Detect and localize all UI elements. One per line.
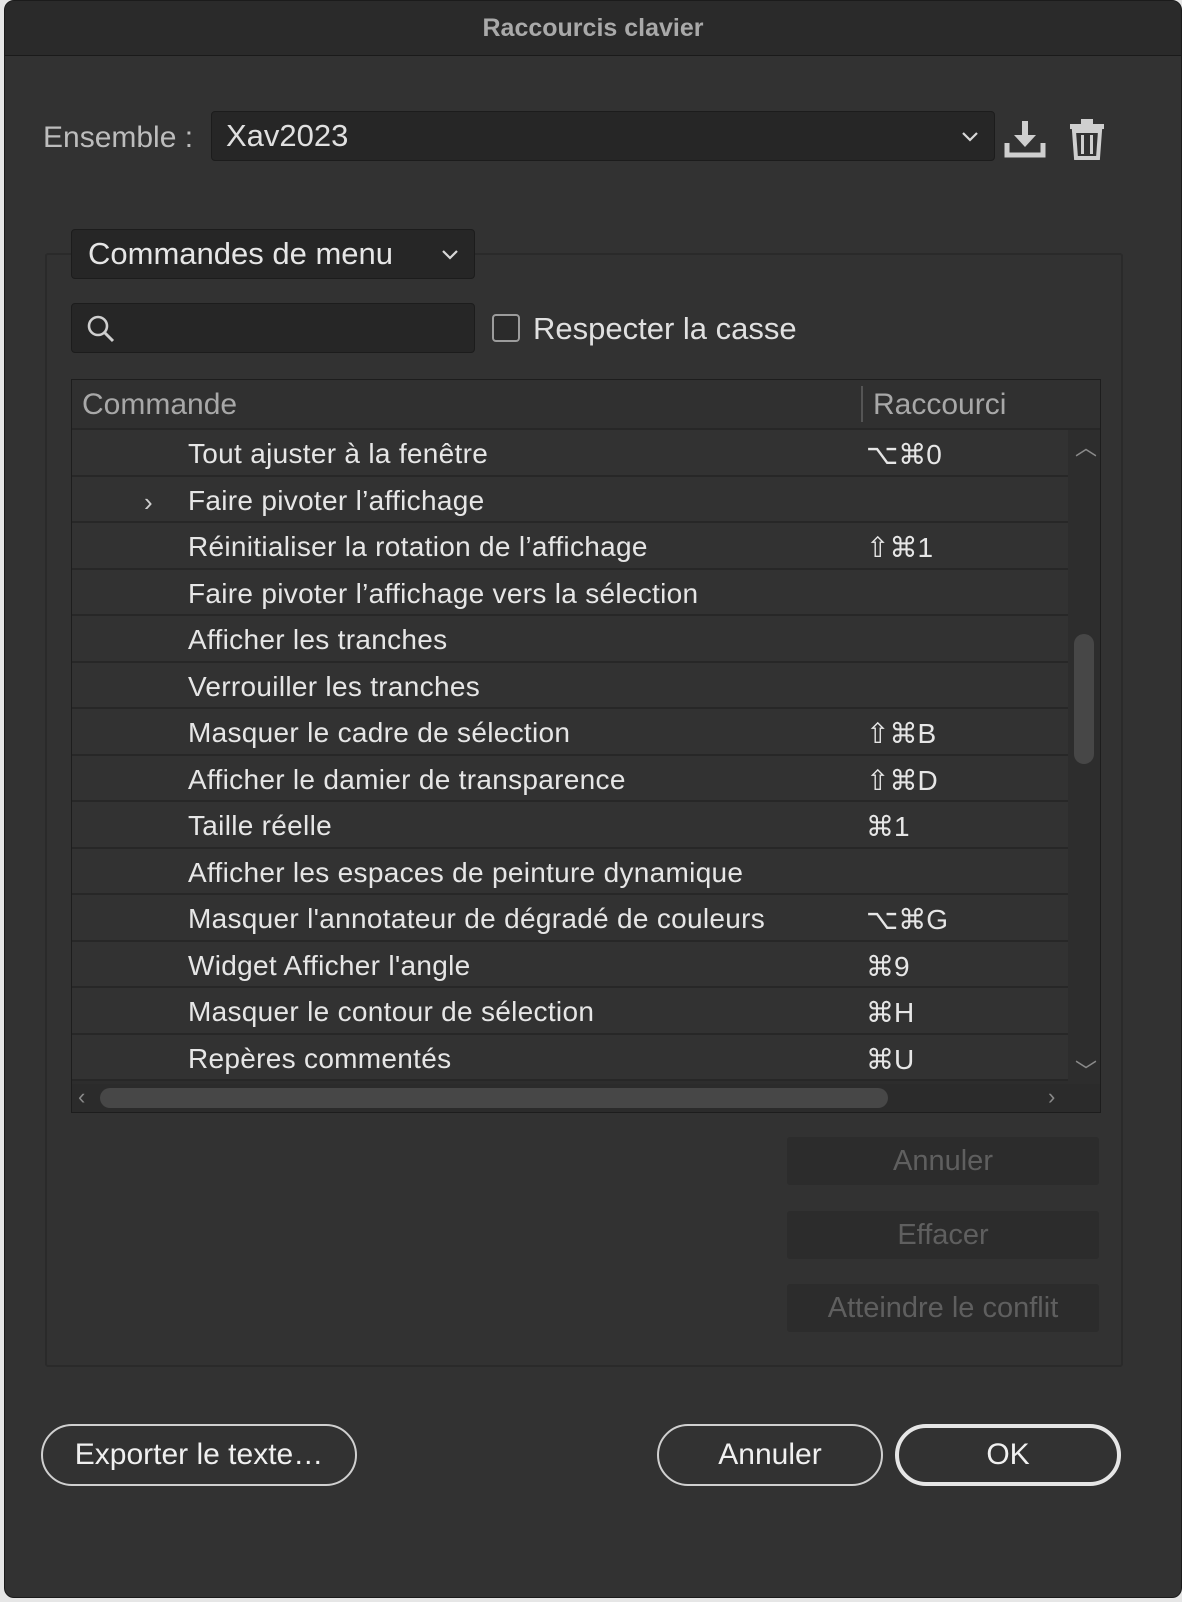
table-row[interactable]: Repères commentés ⌘U bbox=[72, 1034, 1068, 1081]
table-row[interactable]: Widget Afficher l'angle ⌘9 bbox=[72, 941, 1068, 988]
command-cell: Masquer le contour de sélection bbox=[188, 996, 595, 1027]
set-dropdown[interactable]: Xav2023 bbox=[211, 111, 995, 161]
command-cell: Afficher le damier de transparence bbox=[188, 763, 626, 795]
command-type-dropdown[interactable]: Commandes de menu bbox=[71, 229, 475, 279]
command-cell: Faire pivoter l’affichage bbox=[188, 484, 485, 516]
delete-set-button[interactable] bbox=[1065, 117, 1109, 161]
vertical-scrollbar[interactable]: ︿ ﹀ bbox=[1068, 430, 1100, 1084]
command-cell: Afficher les espaces de peinture dynamiq… bbox=[188, 856, 744, 888]
table-row[interactable]: Masquer le cadre de sélection ⇧⌘B bbox=[72, 709, 1068, 756]
export-text-button[interactable]: Exporter le texte… bbox=[41, 1424, 357, 1486]
download-icon bbox=[1004, 121, 1046, 158]
horizontal-scroll-thumb[interactable] bbox=[100, 1088, 888, 1108]
command-cell: Masquer le cadre de sélection bbox=[188, 717, 571, 748]
table-header: Commande Raccourci bbox=[72, 380, 1100, 430]
set-label: Ensemble : bbox=[43, 121, 194, 154]
table-row[interactable]: Afficher les tranches bbox=[72, 616, 1068, 663]
table-row[interactable]: Tout ajuster à la fenêtre ⌥⌘0 bbox=[72, 430, 1068, 477]
shortcut-cell[interactable]: ⌘9 bbox=[866, 950, 910, 983]
column-header-command[interactable]: Commande bbox=[82, 388, 237, 422]
command-cell: Faire pivoter l’affichage vers la sélect… bbox=[188, 577, 699, 609]
command-cell: Repères commentés bbox=[188, 1042, 452, 1074]
command-cell: Masquer l'annotateur de dégradé de coule… bbox=[188, 903, 766, 934]
shortcut-cell[interactable]: ⇧⌘1 bbox=[866, 531, 933, 564]
chevron-down-icon bbox=[962, 132, 978, 142]
keyboard-shortcuts-dialog: Raccourcis clavier Ensemble : Xav2023 Co… bbox=[4, 0, 1182, 1598]
expand-chevron-icon[interactable]: › bbox=[144, 487, 153, 518]
command-cell: Tout ajuster à la fenêtre bbox=[188, 438, 489, 469]
table-row[interactable]: Réinitialiser la rotation de l’affichage… bbox=[72, 523, 1068, 570]
table-row[interactable]: Faire pivoter l’affichage vers la sélect… bbox=[72, 569, 1068, 616]
scroll-down-arrow-icon[interactable]: ﹀ bbox=[1075, 1054, 1097, 1086]
shortcut-cell[interactable]: ⇧⌘B bbox=[866, 717, 936, 750]
shortcut-cell[interactable]: ⌥⌘G bbox=[866, 903, 948, 936]
command-cell: Widget Afficher l'angle bbox=[188, 949, 471, 981]
command-cell: Réinitialiser la rotation de l’affichage bbox=[188, 531, 648, 562]
undo-shortcut-button[interactable]: Annuler bbox=[787, 1137, 1099, 1185]
shortcut-cell[interactable]: ⌘1 bbox=[866, 810, 910, 843]
table-row[interactable]: Afficher les espaces de peinture dynamiq… bbox=[72, 848, 1068, 895]
search-input[interactable] bbox=[71, 303, 475, 353]
table-row[interactable]: Verrouiller les tranches bbox=[72, 662, 1068, 709]
set-dropdown-value: Xav2023 bbox=[226, 118, 349, 153]
chevron-down-icon bbox=[442, 250, 458, 260]
match-case-label[interactable]: Respecter la casse bbox=[533, 311, 797, 347]
command-type-value: Commandes de menu bbox=[88, 236, 393, 271]
clear-shortcut-button[interactable]: Effacer bbox=[787, 1211, 1099, 1259]
goto-conflict-button[interactable]: Atteindre le conflit bbox=[787, 1284, 1099, 1332]
match-case-checkbox[interactable] bbox=[492, 314, 520, 342]
shortcut-cell[interactable]: ⌘H bbox=[866, 996, 914, 1029]
command-cell: Taille réelle bbox=[188, 810, 332, 841]
vertical-scroll-thumb[interactable] bbox=[1074, 634, 1094, 764]
shortcut-cell[interactable]: ⌘U bbox=[866, 1043, 914, 1076]
scroll-right-arrow-icon[interactable]: › bbox=[1048, 1084, 1055, 1110]
command-cell: Afficher les tranches bbox=[188, 624, 448, 655]
search-icon bbox=[87, 315, 115, 343]
shortcut-cell[interactable]: ⇧⌘D bbox=[866, 764, 938, 797]
table-row[interactable]: Taille réelle ⌘1 bbox=[72, 802, 1068, 849]
horizontal-scrollbar[interactable]: ‹ › bbox=[72, 1084, 1100, 1112]
table-row[interactable]: Afficher le damier de transparence ⇧⌘D bbox=[72, 755, 1068, 802]
command-cell: Verrouiller les tranches bbox=[188, 670, 480, 702]
shortcuts-table: Commande Raccourci Tout ajuster à la fen… bbox=[71, 379, 1101, 1113]
column-header-shortcut[interactable]: Raccourci bbox=[873, 388, 1006, 422]
scroll-up-arrow-icon[interactable]: ︿ bbox=[1075, 430, 1097, 462]
table-row[interactable]: Masquer l'annotateur de dégradé de coule… bbox=[72, 895, 1068, 942]
table-row[interactable]: › Faire pivoter l’affichage bbox=[72, 476, 1068, 523]
ok-button[interactable]: OK bbox=[895, 1424, 1121, 1486]
dialog-title: Raccourcis clavier bbox=[5, 1, 1181, 56]
column-divider[interactable] bbox=[861, 386, 863, 422]
cancel-button[interactable]: Annuler bbox=[657, 1424, 883, 1486]
scroll-left-arrow-icon[interactable]: ‹ bbox=[78, 1084, 85, 1110]
shortcut-cell[interactable]: ⌥⌘0 bbox=[866, 438, 942, 471]
save-set-button[interactable] bbox=[1003, 117, 1047, 161]
table-body: Tout ajuster à la fenêtre ⌥⌘0 › Faire pivot… bbox=[72, 430, 1068, 1084]
trash-icon bbox=[1070, 119, 1104, 160]
table-row[interactable]: Masquer le contour de sélection ⌘H bbox=[72, 988, 1068, 1035]
